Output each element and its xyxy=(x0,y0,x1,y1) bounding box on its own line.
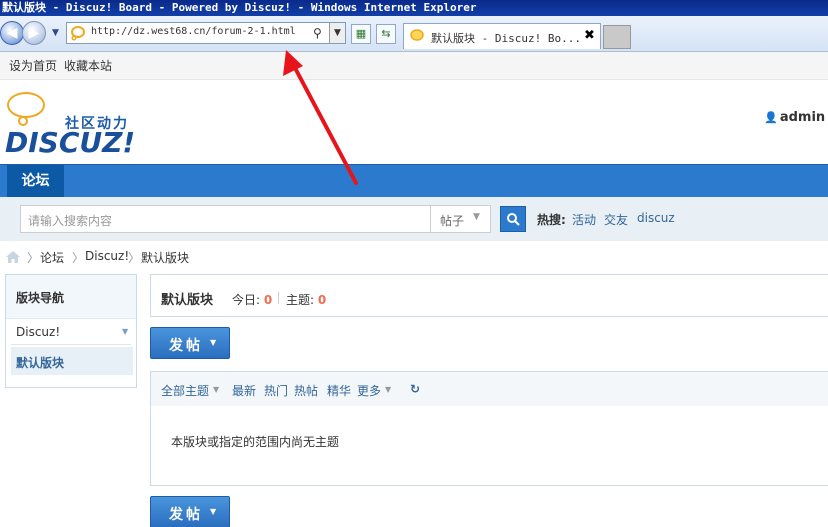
filter-digest[interactable]: 精华 xyxy=(327,382,351,399)
tab-title: 默认版块 - Discuz! Bo... xyxy=(431,32,581,45)
filter-latest[interactable]: 最新 xyxy=(232,382,256,399)
address-dropdown-icon[interactable]: ▼ xyxy=(329,23,345,43)
filter-hot-threads[interactable]: 热帖 xyxy=(294,382,318,399)
logo-brand[interactable]: DISCUZ! xyxy=(5,126,135,159)
set-home-link[interactable]: 设为首页 xyxy=(9,57,57,74)
today-value: 0 xyxy=(263,293,273,307)
refresh-icon[interactable]: ⇆ xyxy=(376,24,396,44)
forum-sidebar: 版块导航 Discuz! ▼ 默认版块 xyxy=(5,274,137,388)
sidebar-title: 版块导航 xyxy=(16,291,65,305)
sidebar-item-default[interactable]: 默认版块 xyxy=(11,347,133,375)
forum-header: 默认版块 今日: 0 主题: 0 xyxy=(150,274,828,317)
tab-favicon-icon xyxy=(410,29,424,41)
breadcrumb: 〉 论坛 〉 Discuz! 〉 默认版块 xyxy=(0,241,828,273)
empty-message: 本版块或指定的范围内尚无主题 xyxy=(171,435,340,449)
stat-divider xyxy=(278,292,279,304)
browser-tab[interactable]: 默认版块 - Discuz! Bo... ✖ xyxy=(403,23,601,49)
forward-button[interactable]: ▶ xyxy=(22,21,46,45)
topics-value: 0 xyxy=(317,293,327,307)
search-button[interactable] xyxy=(500,206,526,232)
address-bar[interactable]: http://dz.west68.cn/forum-2-1.html ⚲ ▼ xyxy=(66,22,346,44)
breadcrumb-item[interactable]: 默认版块 xyxy=(141,249,189,266)
forum-title: 默认版块 xyxy=(161,293,214,308)
address-url: http://dz.west68.cn/forum-2-1.html xyxy=(91,26,296,37)
sidebar-group-label: Discuz! xyxy=(16,325,61,339)
chevron-down-icon: ▼ xyxy=(122,327,129,336)
today-label: 今日: xyxy=(232,293,261,307)
breadcrumb-separator: 〉 xyxy=(128,251,141,265)
new-post-button-bottom[interactable]: 发帖 ▼ xyxy=(150,496,230,527)
breadcrumb-item[interactable]: 论坛 xyxy=(40,249,64,266)
divider xyxy=(11,344,131,345)
refresh-icon[interactable]: ↻ xyxy=(410,382,420,396)
window-title: 默认版块 - Discuz! Board - Powered by Discuz… xyxy=(2,1,477,14)
home-icon[interactable] xyxy=(6,251,20,263)
window-title-bar: 默认版块 - Discuz! Board - Powered by Discuz… xyxy=(0,0,828,16)
thread-filter-bar: 全部主题 ▼ 最新 热门 热帖 精华 更多 ▼ ↻ xyxy=(150,371,828,407)
post-button-label: 发帖 xyxy=(169,338,203,354)
post-button-label: 发帖 xyxy=(169,507,203,523)
hot-search-label: 热搜: xyxy=(537,213,566,227)
filter-hot[interactable]: 热门 xyxy=(264,382,288,399)
tab-close-icon[interactable]: ✖ xyxy=(584,28,595,43)
user-icon: 👤 xyxy=(764,111,778,124)
compatibility-view-icon[interactable]: ▦ xyxy=(351,24,371,44)
search-type-label: 帖子 xyxy=(440,214,465,228)
breadcrumb-separator: 〉 xyxy=(72,251,85,265)
new-tab-button[interactable] xyxy=(603,25,631,49)
history-dropdown-icon[interactable]: ▼ xyxy=(52,28,59,38)
chevron-down-icon: ▼ xyxy=(385,385,392,394)
today-stat: 今日: 0 xyxy=(232,291,272,308)
thread-list: 本版块或指定的范围内尚无主题 xyxy=(150,406,828,486)
chevron-down-icon: ▼ xyxy=(473,212,480,222)
username-link[interactable]: admin xyxy=(780,110,825,125)
hot-search-term[interactable]: discuz xyxy=(637,211,675,225)
new-post-button[interactable]: 发帖 ▼ xyxy=(150,327,230,359)
topics-label: 主题: xyxy=(286,293,315,307)
hot-search-term[interactable]: 活动 xyxy=(572,211,596,228)
sidebar-header: 版块导航 xyxy=(6,275,136,319)
search-input[interactable]: 请输入搜索内容 xyxy=(20,205,431,233)
address-search-icon[interactable]: ⚲ xyxy=(313,26,322,40)
sidebar-group[interactable]: Discuz! ▼ xyxy=(11,321,133,341)
breadcrumb-separator: 〉 xyxy=(27,251,40,265)
bookmark-link[interactable]: 收藏本站 xyxy=(64,57,112,74)
chevron-down-icon: ▼ xyxy=(210,507,217,516)
chevron-down-icon: ▼ xyxy=(213,385,220,394)
sidebar-item-label: 默认版块 xyxy=(16,356,65,370)
chevron-down-icon: ▼ xyxy=(210,338,217,347)
main-nav: 论坛 xyxy=(0,164,828,197)
breadcrumb-item[interactable]: Discuz! xyxy=(85,249,129,263)
search-icon xyxy=(507,213,520,226)
site-favicon-icon xyxy=(71,26,85,41)
filter-more[interactable]: 更多 xyxy=(357,382,381,399)
topics-stat: 主题: 0 xyxy=(286,291,326,308)
user-area: 👤 admin 在 xyxy=(764,106,828,125)
search-type-select[interactable]: 帖子 ▼ xyxy=(430,205,491,233)
hot-search-term[interactable]: 交友 xyxy=(604,211,628,228)
nav-item-forum[interactable]: 论坛 xyxy=(7,165,64,197)
logo-bubble-icon xyxy=(7,92,45,118)
browser-toolbar: ◀ ▶ ▼ http://dz.west68.cn/forum-2-1.html… xyxy=(0,16,828,52)
back-button[interactable]: ◀ xyxy=(0,21,24,45)
filter-all[interactable]: 全部主题 xyxy=(161,382,209,399)
top-links-bar: 设为首页 收藏本站 xyxy=(0,52,828,80)
search-placeholder: 请输入搜索内容 xyxy=(28,214,113,228)
logo-bubble-tail xyxy=(18,116,28,126)
search-bar: 请输入搜索内容 帖子 ▼ 热搜: 活动 交友 discuz xyxy=(0,197,828,241)
